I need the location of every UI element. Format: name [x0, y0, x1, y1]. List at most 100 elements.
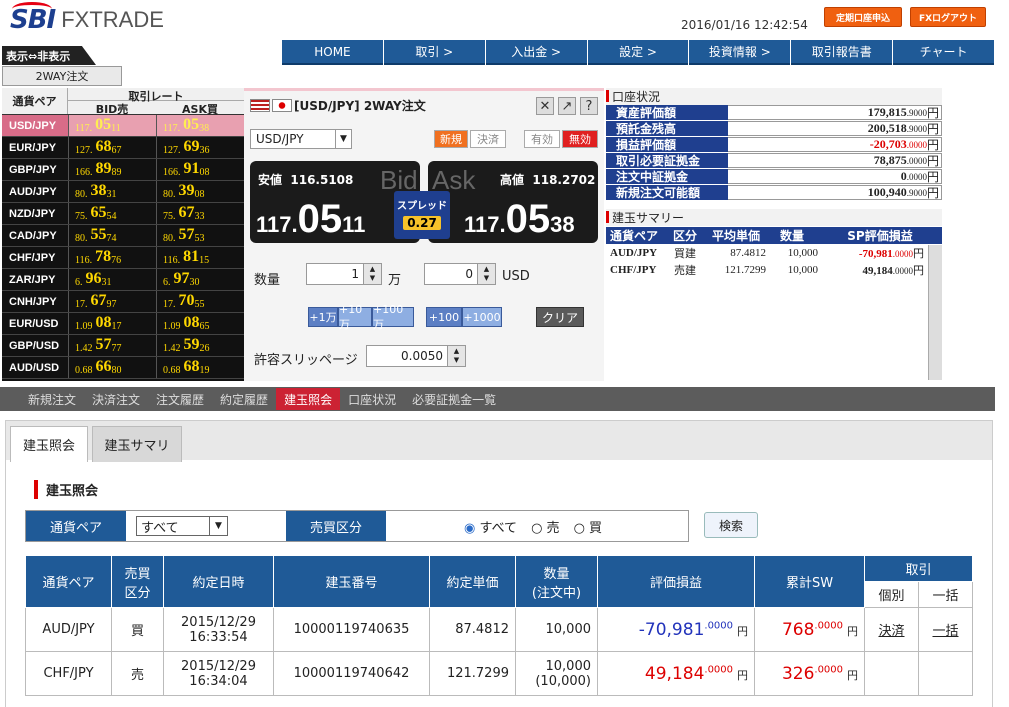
add-1man-button[interactable]: +1万	[308, 307, 338, 327]
tab-account[interactable]: 口座状況	[340, 388, 404, 410]
rate-pair: AUD/JPY	[9, 185, 57, 198]
bid-rate[interactable]: 80. 55 74	[68, 225, 156, 246]
cell-settle[interactable]: 決済	[864, 607, 919, 652]
radio-all[interactable]: ◉ すべて	[464, 517, 517, 536]
rate-pair: EUR/USD	[9, 317, 59, 330]
tab-execution-history[interactable]: 約定履歴	[212, 388, 276, 410]
nav-trade[interactable]: 取引 >	[383, 40, 485, 65]
nav-deposit[interactable]: 入出金 >	[485, 40, 587, 65]
ask-rate[interactable]: 117. 05 38	[156, 115, 244, 136]
logout-button[interactable]: FXログアウト	[910, 7, 986, 27]
rate-row[interactable]: NZD/JPY 75. 65 54 75. 67 33	[2, 203, 244, 225]
bid-rate[interactable]: 116. 78 76	[68, 247, 156, 268]
cell-bulk[interactable]: 一括	[918, 607, 973, 652]
nav-home[interactable]: HOME	[282, 40, 383, 65]
rate-row[interactable]: USD/JPY 117. 05 11 117. 05 38	[2, 115, 244, 137]
rate-row[interactable]: EUR/USD 1.09 08 17 1.09 08 65	[2, 313, 244, 335]
rate-row[interactable]: CNH/JPY 17. 67 97 17. 70 55	[2, 291, 244, 313]
ask-rate[interactable]: 127. 69 36	[156, 137, 244, 158]
search-button[interactable]: 検索	[704, 512, 758, 538]
bid-rate[interactable]: 0.68 66 80	[68, 357, 156, 378]
radio-buy[interactable]: ○ 買	[574, 517, 603, 536]
rate-row[interactable]: AUD/USD 0.68 66 80 0.68 68 19	[2, 357, 244, 379]
rate-row[interactable]: GBP/USD 1.42 57 77 1.42 59 26	[2, 335, 244, 357]
nav-reports[interactable]: 取引報告書	[791, 40, 893, 65]
ask-rate[interactable]: 1.42 59 26	[156, 335, 244, 356]
bid-rate[interactable]: 166. 89 89	[68, 159, 156, 180]
rate-row[interactable]: CHF/JPY 116. 78 76 116. 81 15	[2, 247, 244, 269]
sum-side: 買建	[674, 247, 696, 260]
cell-bulk	[918, 651, 973, 696]
filter-pair-select[interactable]: すべて ▼	[136, 516, 228, 536]
ask-rate[interactable]: 75. 67 33	[156, 203, 244, 224]
add-10man-button[interactable]: +10万	[338, 303, 372, 331]
invalid-button[interactable]: 無効	[562, 130, 598, 148]
ask-rate[interactable]: 80. 57 53	[156, 225, 244, 246]
bid-rate[interactable]: 80. 38 31	[68, 181, 156, 202]
bid-rate[interactable]: 117. 05 11	[68, 115, 156, 136]
help-icon[interactable]: ?	[580, 97, 598, 115]
bid-rate[interactable]: 127. 68 67	[68, 137, 156, 158]
summary-scrollbar[interactable]	[928, 245, 942, 380]
pair-select[interactable]: USD/JPY ▼	[250, 129, 352, 149]
rate-row[interactable]: CAD/JPY 80. 55 74 80. 57 53	[2, 225, 244, 247]
usd-stepper[interactable]: ▲ ▼	[477, 264, 495, 284]
rate-row[interactable]: ZAR/JPY 6. 96 31 6. 97 30	[2, 269, 244, 291]
bid-rate[interactable]: 1.42 57 77	[68, 335, 156, 356]
popout-icon[interactable]: ↗	[558, 97, 576, 115]
bulk-link[interactable]: 一括	[932, 624, 958, 639]
slippage-input[interactable]: 0.0050 ▲ ▼	[366, 345, 466, 367]
add-100-button[interactable]: +100	[426, 307, 462, 327]
bid-rate[interactable]: 6. 96 31	[68, 269, 156, 290]
ask-rate[interactable]: 6. 97 30	[156, 269, 244, 290]
qty-stepper[interactable]: ▲ ▼	[363, 264, 381, 284]
ask-rate[interactable]: 166. 91 08	[156, 159, 244, 180]
nav-settings[interactable]: 設定 >	[587, 40, 689, 65]
subtab-summary[interactable]: 建玉サマリ	[92, 426, 182, 462]
nav-chart[interactable]: チャート	[893, 40, 995, 65]
close-icon[interactable]: ✕	[536, 97, 554, 115]
clear-button[interactable]: クリア	[536, 307, 584, 327]
bid-rate[interactable]: 75. 65 54	[68, 203, 156, 224]
new-order-button[interactable]: 新規	[434, 130, 468, 148]
ask-rate[interactable]: 1.09 08 65	[156, 313, 244, 334]
tab-2way-order[interactable]: 2WAY注文	[2, 66, 122, 86]
tab-positions[interactable]: 建玉照会	[276, 388, 341, 410]
qty-input[interactable]: 1 ▲ ▼	[306, 263, 382, 285]
tab-new-order[interactable]: 新規注文	[20, 388, 84, 410]
settle-link[interactable]: 決済	[878, 624, 904, 639]
add-100man-button[interactable]: +100万	[372, 303, 414, 331]
rate-row[interactable]: EUR/JPY 127. 68 67 127. 69 36	[2, 137, 244, 159]
qty-unit: 万	[388, 273, 402, 288]
sbi-logo[interactable]: SBI FXTRADE	[10, 2, 164, 36]
ask-quote[interactable]: Ask 高値 118.2702 117.0538	[428, 161, 598, 243]
settle-order-button[interactable]: 決済	[470, 130, 506, 148]
nav-info[interactable]: 投資情報 >	[689, 40, 791, 65]
spread-box: スプレッド 0.27	[394, 191, 450, 239]
bid-rate[interactable]: 1.09 08 17	[68, 313, 156, 334]
ask-rate[interactable]: 0.68 68 19	[156, 357, 244, 378]
add-1000-button[interactable]: +1000	[462, 307, 502, 327]
radio-sell[interactable]: ○ 売	[531, 517, 560, 536]
tab-order-history[interactable]: 注文履歴	[148, 388, 212, 410]
account-row: 資産評価額 179,815.9000 円	[606, 105, 942, 121]
tab-settle-order[interactable]: 決済注文	[84, 388, 148, 410]
slippage-stepper[interactable]: ▲ ▼	[447, 346, 465, 366]
summary-row[interactable]: CHF/JPY 売建 121.7299 10,000 49,184.0000円	[606, 261, 942, 278]
subtab-positions[interactable]: 建玉照会	[10, 426, 88, 462]
rate-row[interactable]: GBP/JPY 166. 89 89 166. 91 08	[2, 159, 244, 181]
ask-rate[interactable]: 80. 39 08	[156, 181, 244, 202]
account-label: 新規注文可能額	[606, 185, 728, 200]
rate-table-header: 通貨ペア 取引レート BID売 ASK買	[2, 88, 244, 116]
bid-rate[interactable]: 17. 67 97	[68, 291, 156, 312]
usd-input[interactable]: 0 ▲ ▼	[424, 263, 496, 285]
show-hide-toggle[interactable]: 表示⇔非表示	[2, 46, 96, 65]
rate-row[interactable]: AUD/JPY 80. 38 31 80. 39 08	[2, 181, 244, 203]
summary-row[interactable]: AUD/JPY 買建 87.4812 10,000 -70,981.0000円	[606, 244, 942, 261]
ask-rate[interactable]: 116. 81 15	[156, 247, 244, 268]
periodic-account-button[interactable]: 定期口座申込	[824, 7, 902, 27]
account-row: 預託金残高 200,518.9000 円	[606, 121, 942, 137]
ask-rate[interactable]: 17. 70 55	[156, 291, 244, 312]
tab-margin-list[interactable]: 必要証拠金一覧	[404, 388, 504, 410]
valid-button[interactable]: 有効	[524, 130, 560, 148]
